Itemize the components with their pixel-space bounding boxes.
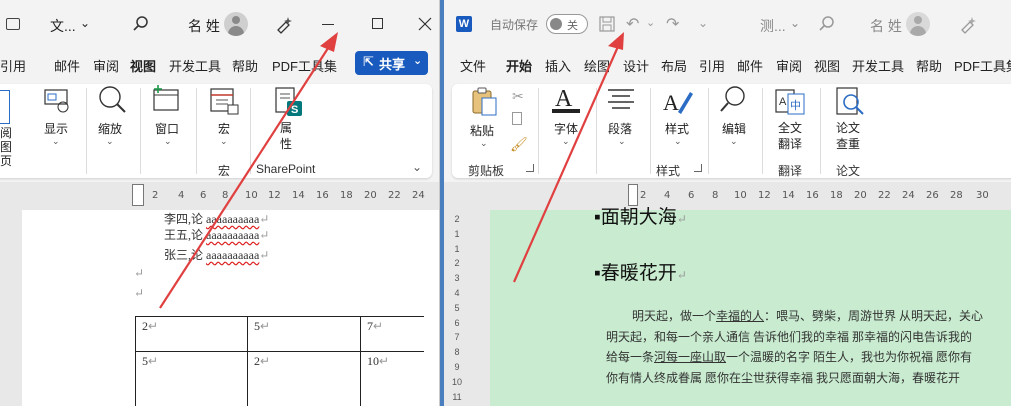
arrow-head-save — [608, 32, 624, 50]
arrow-to-save — [512, 41, 622, 283]
arrow-to-minimize — [159, 41, 333, 309]
arrow-head-minimize — [320, 32, 338, 52]
annotation-arrows — [159, 32, 624, 309]
